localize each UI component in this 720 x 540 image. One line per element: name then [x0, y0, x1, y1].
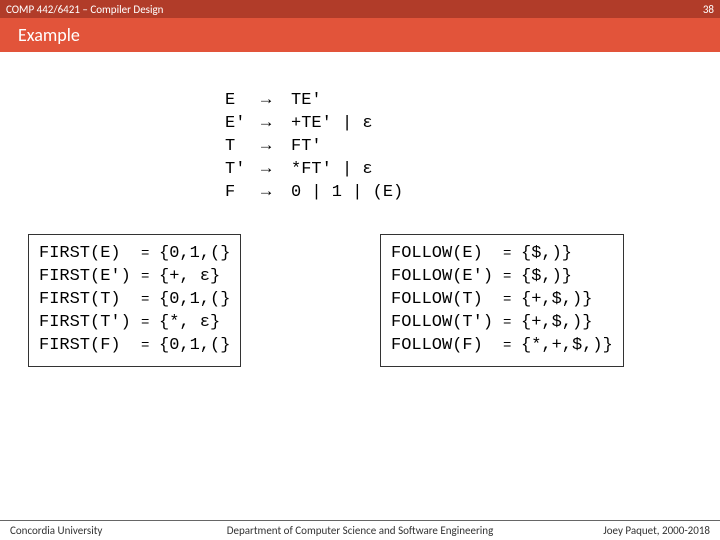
- first-sets-box: FIRST(E) FIRST(E') FIRST(T) FIRST(T') FI…: [28, 234, 241, 367]
- grammar-arrows: → → → → →: [261, 90, 291, 205]
- follow-names: FOLLOW(E) FOLLOW(E') FOLLOW(T) FOLLOW(T'…: [391, 243, 503, 358]
- slide-title-bar: Example: [0, 18, 720, 52]
- page-number: 38: [703, 3, 714, 16]
- header-bar: COMP 442/6421 – Compiler Design 38: [0, 0, 720, 18]
- follow-values: {$,)} {$,)} {+,$,)} {+,$,)} {*,+,$,)}: [521, 243, 613, 358]
- slide-title: Example: [18, 24, 80, 46]
- grammar-rhs: TE' +TE' | ε FT' *FT' | ε 0 | 1 | (E): [291, 90, 403, 205]
- first-values: {0,1,(} {+, ε} {0,1,(} {*, ε} {0,1,(}: [159, 243, 230, 358]
- follow-sets-box: FOLLOW(E) FOLLOW(E') FOLLOW(T) FOLLOW(T'…: [380, 234, 624, 367]
- footer-center: Department of Computer Science and Softw…: [0, 524, 720, 537]
- footer: Concordia University Department of Compu…: [0, 520, 720, 540]
- grammar-lhs: E E' T T' F: [225, 90, 261, 205]
- first-names: FIRST(E) FIRST(E') FIRST(T) FIRST(T') FI…: [39, 243, 141, 358]
- follow-eq: = = = = =: [503, 243, 521, 358]
- grammar-block: E E' T T' F → → → → → TE' +TE' | ε FT' *…: [225, 90, 403, 205]
- course-code: COMP 442/6421 – Compiler Design: [6, 3, 163, 16]
- first-eq: = = = = =: [141, 243, 159, 358]
